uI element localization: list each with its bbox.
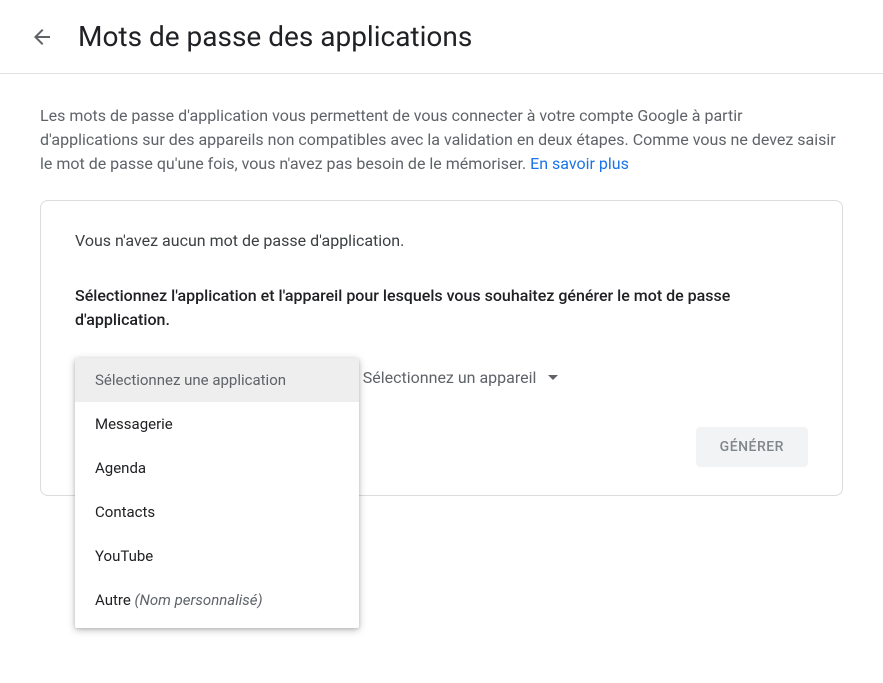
no-passwords-text: Vous n'avez aucun mot de passe d'applica… xyxy=(75,231,808,250)
page-title: Mots de passe des applications xyxy=(78,20,472,53)
device-dropdown-trigger[interactable]: Sélectionnez un appareil xyxy=(349,358,573,397)
back-arrow-icon[interactable] xyxy=(30,25,54,49)
app-option-other-suffix: (Nom personnalisé) xyxy=(135,591,263,609)
page-header: Mots de passe des applications xyxy=(0,0,883,74)
chevron-down-icon xyxy=(548,375,558,380)
description-text: Les mots de passe d'application vous per… xyxy=(40,104,843,176)
select-prompt-text: Sélectionnez l'application et l'appareil… xyxy=(75,284,808,332)
app-dropdown-wrapper: Sélectionnez une application Messagerie … xyxy=(75,358,329,397)
app-option-other-prefix: Autre xyxy=(95,591,135,609)
app-option-mail[interactable]: Messagerie xyxy=(75,402,359,446)
app-option-calendar[interactable]: Agenda xyxy=(75,446,359,490)
generate-button[interactable]: GÉNÉRER xyxy=(696,427,808,467)
device-dropdown-wrapper: Sélectionnez un appareil xyxy=(349,358,573,397)
device-dropdown-label: Sélectionnez un appareil xyxy=(363,368,537,387)
app-option-youtube[interactable]: YouTube xyxy=(75,534,359,578)
app-option-other[interactable]: Autre (Nom personnalisé) xyxy=(75,578,359,622)
learn-more-link[interactable]: En savoir plus xyxy=(530,154,629,173)
description-body: Les mots de passe d'application vous per… xyxy=(40,106,836,173)
app-passwords-card: Vous n'avez aucun mot de passe d'applica… xyxy=(40,200,843,496)
app-option-placeholder[interactable]: Sélectionnez une application xyxy=(75,358,359,402)
app-dropdown-menu: Sélectionnez une application Messagerie … xyxy=(75,358,359,628)
selectors-row: Sélectionnez une application Messagerie … xyxy=(75,358,808,397)
content-area: Les mots de passe d'application vous per… xyxy=(0,74,883,526)
app-option-contacts[interactable]: Contacts xyxy=(75,490,359,534)
